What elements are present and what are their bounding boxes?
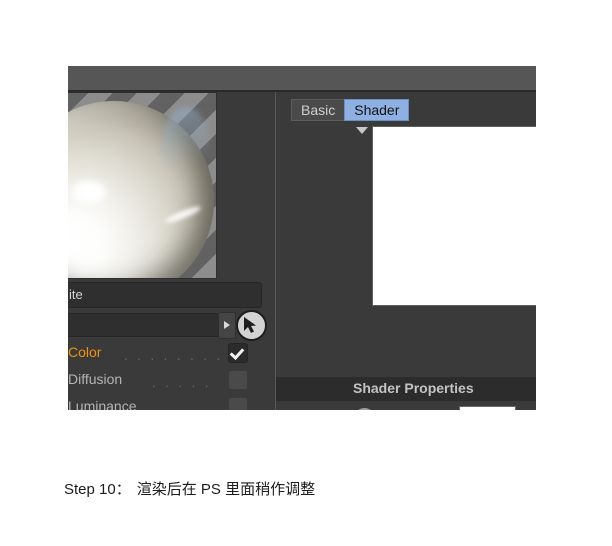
channel-checkbox[interactable] [228, 397, 248, 410]
material-name-input[interactable]: ite [68, 282, 262, 308]
shader-tabstrip: Basic Shader [291, 99, 410, 121]
tab-shader[interactable]: Shader [344, 99, 410, 121]
material-sphere-preview[interactable] [68, 92, 217, 279]
shader-settings-pane: BasicShader Shader Properties Color 1 Co… [276, 92, 536, 410]
channel-row-color[interactable]: Color . . . . . . . . [68, 342, 260, 365]
property-row-color-1[interactable]: Color 1 [276, 404, 536, 410]
material-name-value: ite [69, 287, 83, 302]
shader-properties-title: Shader Properties [353, 380, 474, 396]
material-path-row [68, 310, 267, 341]
sphere-rim-light [162, 107, 210, 187]
step-caption: Step 10： 渲染后在 PS 里面稍作调整 [64, 478, 315, 499]
caption-step-label: Step 10： [64, 481, 131, 498]
property-label: Color 1 [380, 407, 425, 410]
channel-label: Diffusion [68, 371, 123, 387]
color-1-radio[interactable] [354, 408, 375, 410]
shader-preview-thumbnail[interactable] [372, 126, 536, 306]
material-editor-window: ite Color . . . . . . . . Diffusion . . … [68, 66, 536, 410]
channel-checkbox[interactable] [228, 343, 248, 363]
channel-dots: . . . . . [164, 402, 222, 410]
tab-basic[interactable]: Basic [291, 99, 346, 121]
channel-dots: . . . . . . . . [124, 348, 222, 360]
cursor-arrow-icon[interactable] [236, 310, 267, 341]
cursor-arrow-glyph [244, 317, 256, 333]
channel-checkbox[interactable] [228, 370, 248, 390]
channel-row-luminance[interactable]: Luminance . . . . . [68, 396, 260, 410]
material-path-input[interactable] [68, 313, 219, 337]
material-channels-pane: ite Color . . . . . . . . Diffusion . . … [68, 92, 275, 410]
triangle-right-icon[interactable] [218, 312, 236, 339]
sphere-highlight [72, 181, 106, 203]
shader-properties-header: Shader Properties [276, 377, 536, 401]
channel-dots: . . . . . [152, 375, 212, 387]
channel-label: Color [68, 344, 102, 360]
channel-row-diffusion[interactable]: Diffusion . . . . . [68, 369, 260, 392]
color-1-swatch[interactable] [459, 406, 516, 410]
caption-text: 渲染后在 PS 里面稍作调整 [136, 481, 316, 498]
window-title-bar[interactable] [68, 66, 536, 92]
channel-label: Luminance [68, 398, 137, 410]
